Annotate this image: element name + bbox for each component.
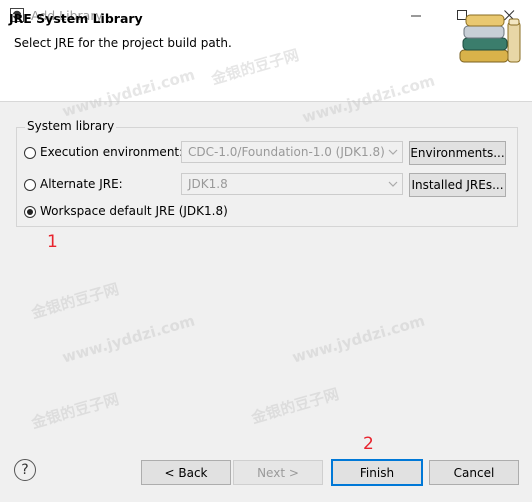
execution-environment-combo[interactable]: CDC-1.0/Foundation-1.0 (JDK1.8) <box>181 141 403 163</box>
environments-button[interactable]: Environments... <box>409 141 506 165</box>
radio-execution-environment[interactable] <box>24 147 36 159</box>
watermark-text: 金银的豆子网 <box>249 384 341 428</box>
radio-workspace-default-jre[interactable] <box>24 206 36 218</box>
minimize-button[interactable] <box>393 0 439 31</box>
radio-alternate-jre[interactable] <box>24 179 36 191</box>
watermark-text: www.jyddzi.com <box>60 311 197 367</box>
back-button[interactable]: < Back <box>141 460 231 485</box>
installed-jres-button[interactable]: Installed JREs... <box>409 173 506 197</box>
watermark-text: www.jyddzi.com <box>290 311 427 367</box>
library-books-icon <box>459 14 521 63</box>
radio-label-execution-environment: Execution environment: <box>40 145 184 159</box>
chevron-down-icon <box>388 149 398 155</box>
minimize-icon <box>410 15 421 17</box>
cancel-button[interactable]: Cancel <box>429 460 519 485</box>
help-icon: ? <box>21 462 29 478</box>
chevron-down-icon <box>388 181 398 187</box>
finish-button[interactable]: Finish <box>331 459 423 486</box>
alternate-jre-combo[interactable]: JDK1.8 <box>181 173 403 195</box>
radio-label-workspace-default-jre: Workspace default JRE (JDK1.8) <box>40 204 228 218</box>
annotation-marker-2: 2 <box>363 434 374 454</box>
next-button[interactable]: Next > <box>233 460 323 485</box>
header-title: JRE System Library <box>9 11 143 26</box>
radio-label-alternate-jre: Alternate JRE: <box>40 177 123 191</box>
watermark-text: 金银的豆子网 <box>29 279 121 323</box>
header-subtitle: Select JRE for the project build path. <box>14 36 232 50</box>
annotation-marker-1: 1 <box>47 232 58 252</box>
combo-value: CDC-1.0/Foundation-1.0 (JDK1.8) <box>188 145 385 159</box>
help-button[interactable]: ? <box>14 459 36 481</box>
combo-value: JDK1.8 <box>188 177 228 191</box>
group-label: System library <box>25 119 117 133</box>
watermark-text: 金银的豆子网 <box>29 389 121 433</box>
